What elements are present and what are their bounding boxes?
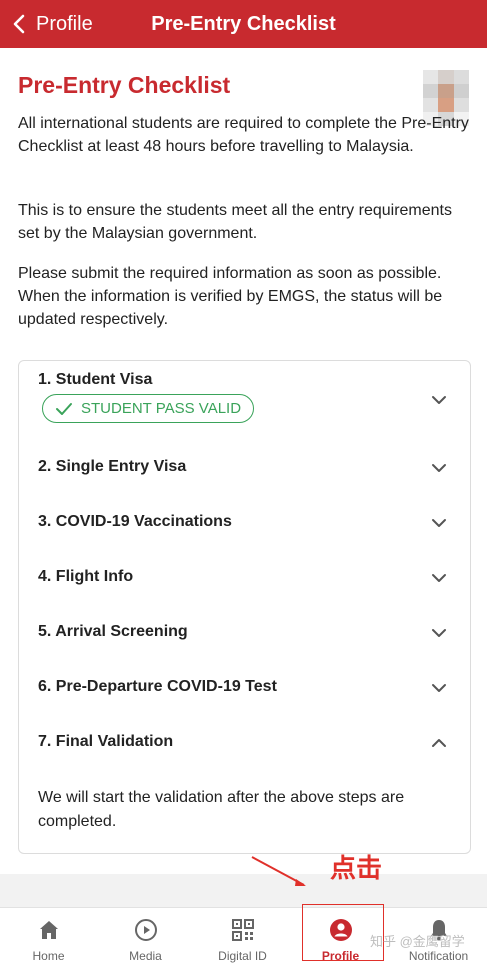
qr-code-icon [231,919,254,941]
tab-label: Notification [408,949,469,963]
chevron-down-icon [432,684,446,692]
tab-digital-id[interactable]: Digital ID [194,908,291,964]
checklist-item-label: 2. Single Entry Visa [38,458,187,475]
chevron-down-icon [432,464,446,472]
tab-media[interactable]: Media [97,908,194,964]
home-icon [39,921,58,939]
page-title: Pre-Entry Checklist [151,13,336,35]
final-validation-text: We will start the validation after the a… [38,789,405,830]
checklist-item-arrival-screening[interactable]: 5. Arrival Screening [19,613,470,653]
chevron-down-icon [432,629,446,637]
checklist-item-flight-info[interactable]: 4. Flight Info [19,558,470,598]
chevron-down-icon [432,574,446,582]
chevron-up-icon [432,739,446,747]
checklist-item-label: 5. Arrival Screening [38,623,188,640]
requirements-paragraph: This is to ensure the students meet all … [18,202,452,242]
checklist-item-final-validation[interactable]: 7. Final Validation [19,723,470,763]
annotation-text: 点击 [330,853,383,883]
header-bar: Profile Pre-Entry Checklist [0,0,487,48]
status-badge: STUDENT PASS VALID [42,394,254,423]
tab-home[interactable]: Home [0,908,97,964]
checklist-item-label: 7. Final Validation [38,733,174,750]
intro-paragraph: All international students are required … [18,115,469,155]
tab-label: Home [32,949,65,963]
tab-label: Digital ID [218,949,267,963]
checklist-item-pre-departure-test[interactable]: 6. Pre-Departure COVID-19 Test [19,668,470,708]
play-icon [134,919,157,941]
checklist-item-single-entry-visa[interactable]: 2. Single Entry Visa [19,448,470,488]
status-badge-text: STUDENT PASS VALID [81,400,242,417]
watermark-text: 知乎 @金鹰留学 [370,934,465,949]
check-icon [56,402,72,415]
annotation-arrow-icon [251,856,306,886]
checklist-item-label: 4. Flight Info [38,568,134,585]
main-content: Pre-Entry Checklist All international st… [0,48,487,874]
submission-paragraph: Please submit the required information a… [18,265,443,328]
tab-label: Media [129,949,162,963]
checklist-heading: Pre-Entry Checklist [18,72,231,98]
chevron-down-icon [432,519,446,527]
checklist-item-label: 6. Pre-Departure COVID-19 Test [38,678,277,695]
checklist-card: 1. Student Visa STUDENT PASS VALID 2. Si… [18,360,471,854]
checklist-item-label: 1. Student Visa [38,371,153,388]
checklist-item-label: 3. COVID-19 Vaccinations [38,513,232,530]
checklist-item-covid-vaccinations[interactable]: 3. COVID-19 Vaccinations [19,503,470,543]
chevron-down-icon [432,396,446,404]
